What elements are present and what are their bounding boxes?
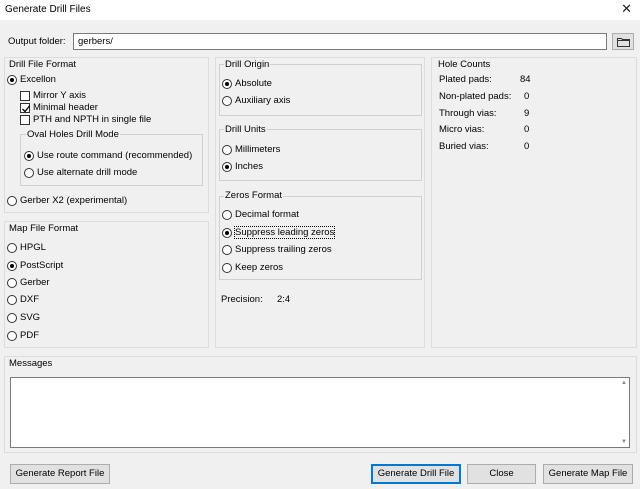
scroll-up-icon[interactable]: ▲	[621, 380, 627, 386]
radio-selected-icon	[24, 150, 34, 161]
plated-pads-value: 84	[520, 74, 531, 85]
use-alternate-radio[interactable]: Use alternate drill mode	[24, 166, 137, 179]
map-format-label: SVG	[20, 312, 41, 323]
through-vias-value: 9	[524, 108, 530, 119]
title-bar: Generate Drill Files ✕	[0, 0, 640, 20]
drill-origin-group	[219, 64, 422, 116]
map-format-dxf-radio[interactable]: DXF	[7, 293, 39, 306]
radio-selected-icon	[222, 78, 232, 89]
radio-selected-icon	[7, 260, 17, 271]
checkbox-unchecked-icon	[20, 114, 30, 125]
hole-counts-title: Hole Counts	[438, 59, 491, 70]
checkbox-unchecked-icon	[20, 90, 30, 101]
buried-vias-label: Buried vias:	[439, 141, 489, 152]
units-inches-label: Inches	[235, 161, 263, 172]
generate-drill-button[interactable]: Generate Drill File	[371, 464, 461, 484]
radio-unselected-icon	[222, 209, 232, 220]
zeros-format-label: Decimal format	[235, 209, 299, 220]
use-alternate-label: Use alternate drill mode	[37, 167, 138, 178]
zeros-suppress-trailing-radio[interactable]: Suppress trailing zeros	[222, 243, 332, 256]
excellon-radio[interactable]: Excellon	[7, 73, 56, 86]
map-format-label: DXF	[20, 294, 39, 305]
zeros-format-title: Zeros Format	[224, 190, 284, 201]
radio-unselected-icon	[7, 277, 17, 288]
origin-auxiliary-radio[interactable]: Auxiliary axis	[222, 94, 290, 107]
radio-unselected-icon	[222, 144, 232, 155]
mirror-y-label: Mirror Y axis	[33, 90, 86, 101]
output-folder-input[interactable]: gerbers/	[73, 33, 607, 50]
precision-label: Precision:	[221, 294, 263, 305]
radio-unselected-icon	[7, 195, 17, 206]
zeros-decimal-radio[interactable]: Decimal format	[222, 208, 299, 221]
messages-textarea[interactable]: ▲ ▼	[10, 377, 630, 448]
origin-absolute-radio[interactable]: Absolute	[222, 77, 272, 90]
window-title: Generate Drill Files	[5, 4, 91, 15]
radio-unselected-icon	[7, 242, 17, 253]
micro-vias-value: 0	[524, 124, 530, 135]
generate-report-button[interactable]: Generate Report File	[10, 464, 110, 484]
precision-value: 2:4	[277, 294, 291, 305]
pth-npth-label: PTH and NPTH in single file	[33, 114, 152, 125]
origin-auxiliary-label: Auxiliary axis	[235, 95, 291, 106]
map-format-label: Gerber	[20, 277, 50, 288]
messages-title: Messages	[9, 358, 53, 369]
checkbox-checked-icon	[20, 102, 31, 113]
map-format-pdf-radio[interactable]: PDF	[7, 329, 39, 342]
minimal-header-label: Minimal header	[33, 102, 98, 113]
radio-selected-icon	[222, 227, 232, 238]
zeros-suppress-leading-radio[interactable]: Suppress leading zeros	[222, 226, 336, 239]
zeros-format-label: Suppress leading zeros	[233, 226, 336, 239]
map-format-gerber-radio[interactable]: Gerber	[7, 276, 50, 289]
browse-folder-button[interactable]	[612, 33, 634, 50]
scroll-down-icon[interactable]: ▼	[621, 439, 627, 445]
radio-unselected-icon	[7, 312, 17, 323]
units-millimeters-radio[interactable]: Millimeters	[222, 143, 280, 156]
radio-selected-icon	[7, 74, 17, 85]
gerber-x2-label: Gerber X2 (experimental)	[20, 195, 128, 206]
radio-unselected-icon	[7, 294, 17, 305]
units-millimeters-label: Millimeters	[235, 144, 281, 155]
buried-vias-value: 0	[524, 141, 530, 152]
map-format-svg-radio[interactable]: SVG	[7, 311, 40, 324]
drill-origin-title: Drill Origin	[224, 59, 271, 70]
pth-npth-checkbox[interactable]: PTH and NPTH in single file	[20, 113, 151, 126]
map-file-format-title: Map File Format	[9, 223, 79, 234]
drill-units-title: Drill Units	[224, 124, 267, 135]
map-format-postscript-radio[interactable]: PostScript	[7, 259, 63, 272]
generate-map-button[interactable]: Generate Map File	[543, 464, 633, 484]
radio-unselected-icon	[222, 244, 232, 255]
map-format-label: PDF	[20, 330, 39, 341]
non-plated-pads-value: 0	[524, 91, 530, 102]
micro-vias-label: Micro vias:	[439, 124, 485, 135]
oval-holes-title: Oval Holes Drill Mode	[26, 129, 120, 140]
origin-absolute-label: Absolute	[235, 78, 272, 89]
map-format-label: PostScript	[20, 260, 64, 271]
plated-pads-label: Plated pads:	[439, 74, 492, 85]
use-route-radio[interactable]: Use route command (recommended)	[24, 149, 192, 162]
zeros-format-label: Keep zeros	[235, 262, 284, 273]
radio-unselected-icon	[7, 330, 17, 341]
units-inches-radio[interactable]: Inches	[222, 160, 263, 173]
zeros-keep-radio[interactable]: Keep zeros	[222, 261, 283, 274]
non-plated-pads-label: Non-plated pads:	[439, 91, 512, 102]
folder-icon	[617, 38, 630, 47]
close-icon[interactable]: ✕	[621, 1, 632, 17]
drill-file-format-title: Drill File Format	[9, 59, 77, 70]
map-format-hpgl-radio[interactable]: HPGL	[7, 241, 46, 254]
close-button[interactable]: Close	[467, 464, 536, 484]
through-vias-label: Through vias:	[439, 108, 497, 119]
output-folder-label: Output folder:	[8, 36, 66, 47]
radio-unselected-icon	[24, 167, 34, 178]
radio-unselected-icon	[222, 262, 232, 273]
radio-selected-icon	[222, 161, 232, 172]
use-route-label: Use route command (recommended)	[37, 150, 193, 161]
zeros-format-label: Suppress trailing zeros	[235, 244, 332, 255]
radio-unselected-icon	[222, 95, 232, 106]
excellon-label: Excellon	[20, 74, 56, 85]
gerber-x2-radio[interactable]: Gerber X2 (experimental)	[7, 194, 127, 207]
map-format-label: HPGL	[20, 242, 46, 253]
